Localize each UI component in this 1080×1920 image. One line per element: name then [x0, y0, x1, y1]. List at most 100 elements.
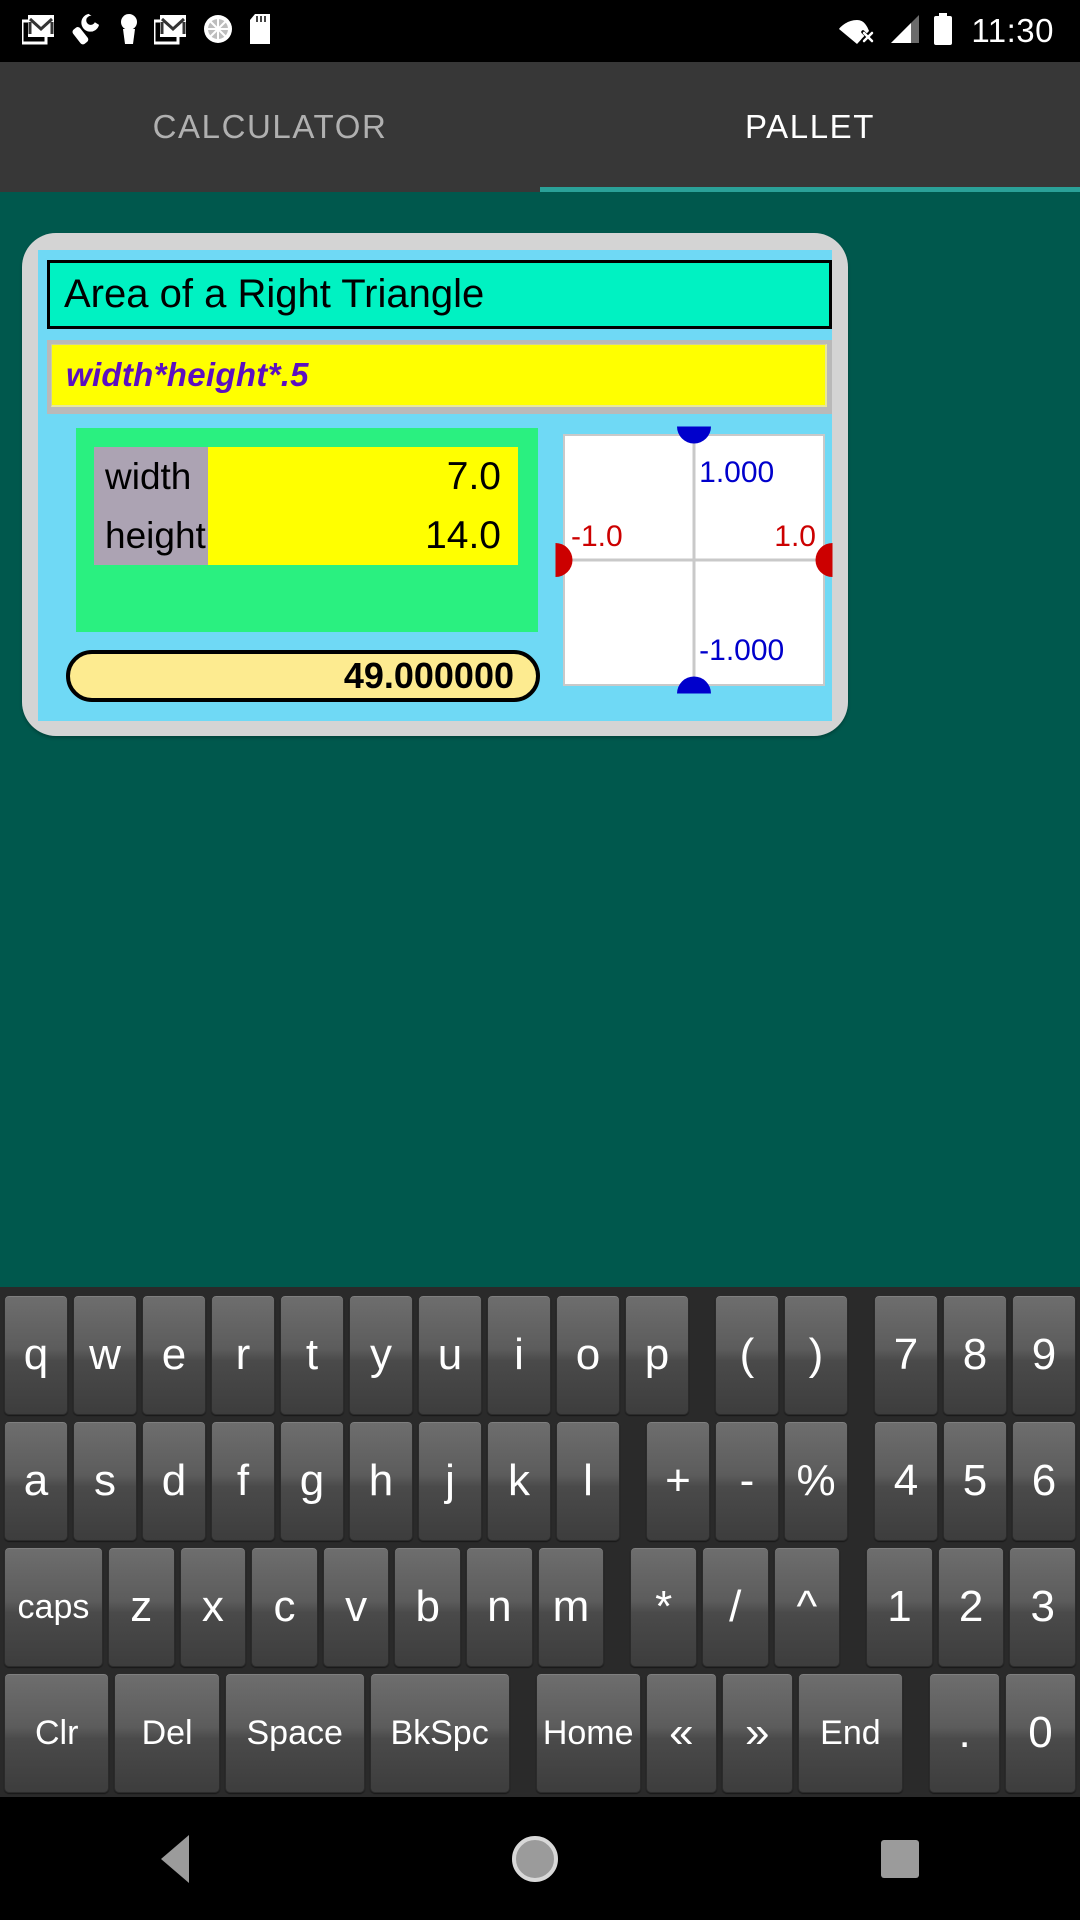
key-w[interactable]: w — [73, 1295, 137, 1415]
keyboard-group-gap — [853, 1295, 869, 1415]
cell-signal-icon — [887, 14, 921, 49]
key-t[interactable]: t — [280, 1295, 344, 1415]
key-s[interactable]: s — [73, 1421, 137, 1541]
graph-horizontal-axis — [565, 558, 823, 562]
variable-value-cell[interactable]: 7.0 — [208, 447, 518, 506]
graph-bottom-label: -1.000 — [699, 634, 785, 667]
tab-pallet[interactable]: PALLET — [540, 62, 1080, 192]
key-bkspc[interactable]: BkSpc — [369, 1673, 510, 1793]
key-j[interactable]: j — [418, 1421, 482, 1541]
android-nav-bar — [0, 1797, 1080, 1920]
graph-left-label: -1.0 — [571, 519, 623, 553]
tab-pallet-label: PALLET — [744, 108, 876, 145]
status-bar-left-icons — [0, 13, 272, 50]
formula-input-wrap: width*height*.5 — [47, 340, 832, 414]
formula-title-text: Area of a Right Triangle — [64, 272, 485, 316]
formula-input[interactable]: width*height*.5 — [51, 344, 827, 407]
key-n[interactable]: n — [466, 1547, 533, 1667]
key-[interactable]: » — [721, 1673, 793, 1793]
graph-right-label: 1.0 — [774, 519, 816, 553]
key-e[interactable]: e — [142, 1295, 206, 1415]
key-1[interactable]: 1 — [866, 1547, 933, 1667]
key-h[interactable]: h — [349, 1421, 413, 1541]
graph-plot-area[interactable]: 1.000 -1.000 -1.0 1.0 — [555, 426, 833, 694]
key-[interactable]: ( — [715, 1295, 779, 1415]
key-m[interactable]: m — [537, 1547, 605, 1667]
formula-title-field[interactable]: Area of a Right Triangle — [47, 260, 832, 329]
key-[interactable]: « — [645, 1673, 717, 1793]
key-c[interactable]: c — [251, 1547, 318, 1667]
key-3[interactable]: 3 — [1009, 1547, 1077, 1667]
key-p[interactable]: p — [625, 1295, 689, 1415]
on-screen-keyboard: q w e r t y u i o p() 7 8 9 a s d f g h j k l + -% 4 5 6 caps z x c v b n… — [0, 1287, 1080, 1797]
calculator-card: Area of a Right Triangle width*height*.5… — [22, 233, 848, 736]
keyboard-group-gap — [694, 1295, 710, 1415]
key-z[interactable]: z — [107, 1547, 175, 1667]
table-row[interactable]: width 7.0 — [94, 447, 518, 506]
key-caps[interactable]: caps — [4, 1547, 103, 1667]
back-icon[interactable] — [161, 1834, 190, 1883]
key-[interactable]: + — [646, 1421, 710, 1541]
key-2[interactable]: 2 — [937, 1547, 1005, 1667]
key-d[interactable]: d — [142, 1421, 206, 1541]
key-b[interactable]: b — [394, 1547, 462, 1667]
key-a[interactable]: a — [4, 1421, 68, 1541]
key-end[interactable]: End — [797, 1673, 904, 1793]
key-[interactable]: * — [630, 1547, 697, 1667]
keyboard-row-3: caps z x c v b n m * / ^ 1 2 3 — [4, 1547, 1077, 1667]
keyboard-row-4: Clr Del Space BkSpc Home «» End. 0 — [4, 1673, 1076, 1793]
key-[interactable]: - — [715, 1421, 779, 1541]
key-clr[interactable]: Clr — [4, 1673, 110, 1793]
variable-name-cell: width — [94, 447, 208, 506]
key-del[interactable]: Del — [114, 1673, 220, 1793]
key-7[interactable]: 7 — [874, 1295, 938, 1415]
wrench-icon — [70, 13, 104, 50]
key-home[interactable]: Home — [535, 1673, 641, 1793]
key-r[interactable]: r — [211, 1295, 275, 1415]
clock-dial-icon — [202, 13, 234, 50]
keyboard-row-1: q w e r t y u i o p() 7 8 9 — [4, 1295, 1076, 1415]
key-v[interactable]: v — [322, 1547, 390, 1667]
graph-bottom-handle-icon[interactable] — [677, 676, 711, 694]
keyboard-group-gap — [609, 1547, 625, 1667]
key-o[interactable]: o — [556, 1295, 620, 1415]
sd-card-icon — [248, 13, 272, 50]
result-field[interactable]: 49.000000 — [66, 650, 540, 702]
table-row[interactable]: height 14.0 — [94, 506, 518, 565]
key-l[interactable]: l — [556, 1421, 620, 1541]
key-5[interactable]: 5 — [943, 1421, 1007, 1541]
key-u[interactable]: u — [418, 1295, 482, 1415]
tab-calculator[interactable]: CALCULATOR — [0, 62, 540, 192]
graph-left-handle-icon[interactable] — [555, 543, 573, 577]
graph-top-label: 1.000 — [699, 456, 775, 489]
recents-icon[interactable] — [880, 1839, 919, 1878]
key-x[interactable]: x — [179, 1547, 247, 1667]
result-value: 49.000000 — [343, 655, 514, 696]
key-q[interactable]: q — [4, 1295, 68, 1415]
key-k[interactable]: k — [487, 1421, 551, 1541]
key-4[interactable]: 4 — [874, 1421, 938, 1541]
key-space[interactable]: Space — [224, 1673, 365, 1793]
key-0[interactable]: 0 — [1005, 1673, 1076, 1793]
key-y[interactable]: y — [349, 1295, 413, 1415]
graph-right-handle-icon[interactable] — [815, 543, 833, 577]
key-[interactable]: % — [784, 1421, 848, 1541]
key-9[interactable]: 9 — [1012, 1295, 1076, 1415]
graph-panel[interactable]: 1.000 -1.000 -1.0 1.0 — [555, 426, 833, 696]
key-8[interactable]: 8 — [943, 1295, 1007, 1415]
key-g[interactable]: g — [280, 1421, 344, 1541]
key-6[interactable]: 6 — [1012, 1421, 1076, 1541]
key-i[interactable]: i — [487, 1295, 551, 1415]
graph-top-handle-icon[interactable] — [677, 426, 711, 444]
battery-full-icon — [933, 12, 953, 50]
variable-value-cell[interactable]: 14.0 — [208, 506, 518, 565]
key-f[interactable]: f — [211, 1421, 275, 1541]
key-[interactable]: . — [929, 1673, 1001, 1793]
home-icon[interactable] — [511, 1835, 558, 1882]
tab-bar: CALCULATOR PALLET — [0, 62, 1080, 192]
key-[interactable]: ^ — [773, 1547, 841, 1667]
key-[interactable]: ) — [784, 1295, 848, 1415]
keyhole-icon — [118, 13, 140, 50]
key-[interactable]: / — [701, 1547, 769, 1667]
status-bar-right-icons: 11:30 — [839, 12, 1080, 50]
